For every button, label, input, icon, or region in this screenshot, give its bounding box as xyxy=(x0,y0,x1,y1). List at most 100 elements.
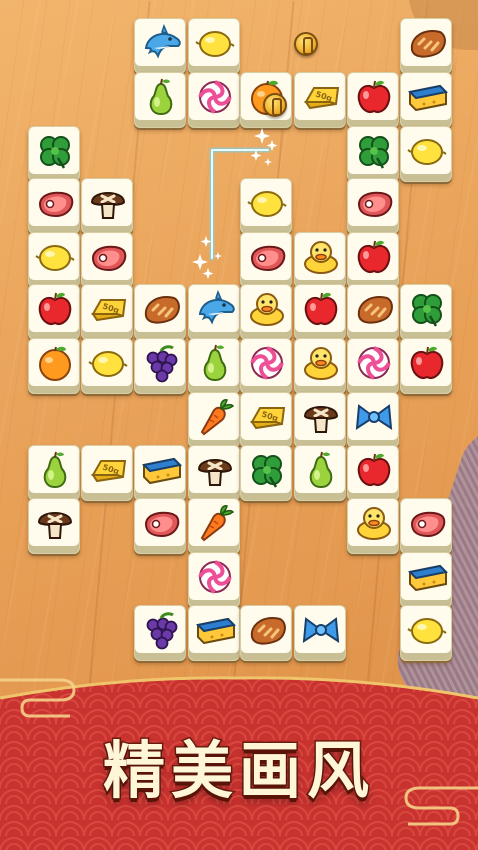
apple-icon xyxy=(304,292,338,325)
tile-gold[interactable]: 50g xyxy=(240,392,292,448)
tile-steak[interactable] xyxy=(28,178,80,234)
dolphin-icon xyxy=(198,289,235,325)
tile-sponge[interactable] xyxy=(188,605,240,661)
tile-apple[interactable] xyxy=(347,232,399,288)
tile-steak[interactable] xyxy=(240,232,292,288)
tile-apple[interactable] xyxy=(28,284,80,340)
mushroom-icon xyxy=(197,459,233,486)
grapes-icon xyxy=(146,612,178,650)
tile-dolphin[interactable] xyxy=(134,18,186,74)
tile-clover[interactable] xyxy=(400,284,452,340)
tile-carrot[interactable] xyxy=(188,392,240,448)
tile-grapes[interactable] xyxy=(134,605,186,661)
tile-steak[interactable] xyxy=(134,498,186,554)
tile-candy[interactable] xyxy=(240,338,292,394)
tile-apple[interactable] xyxy=(294,284,346,340)
mushroom-icon xyxy=(303,406,339,433)
tile-mushroom[interactable] xyxy=(81,178,133,234)
coin-icon xyxy=(263,93,287,117)
tile-apple[interactable] xyxy=(347,72,399,128)
tile-duck[interactable] xyxy=(240,284,292,340)
tile-orange[interactable] xyxy=(28,338,80,394)
lemon-icon xyxy=(407,618,447,644)
steak-icon xyxy=(250,245,286,272)
steak-icon xyxy=(91,245,127,272)
mushroom-icon xyxy=(37,512,73,539)
tile-mushroom[interactable] xyxy=(188,445,240,501)
lemon-icon xyxy=(195,31,235,57)
tile-lemon[interactable] xyxy=(400,605,452,661)
bread-icon xyxy=(250,617,286,645)
apple-icon xyxy=(357,80,391,113)
tile-bread[interactable] xyxy=(134,284,186,340)
tile-sponge[interactable] xyxy=(400,72,452,128)
tile-bow[interactable] xyxy=(347,392,399,448)
apple-icon xyxy=(38,292,72,325)
tile-bread[interactable] xyxy=(347,284,399,340)
tile-lemon[interactable] xyxy=(240,178,292,234)
tile-lemon[interactable] xyxy=(400,126,452,182)
candy-icon xyxy=(198,80,232,114)
coin-icon xyxy=(294,32,318,56)
tile-pear[interactable] xyxy=(188,338,240,394)
grapes-icon xyxy=(146,345,178,383)
tile-mushroom[interactable] xyxy=(294,392,346,448)
tile-sponge[interactable] xyxy=(400,552,452,608)
dolphin-icon xyxy=(144,23,181,59)
tile-candy[interactable] xyxy=(188,552,240,608)
tile-clover[interactable] xyxy=(347,126,399,182)
clover-icon xyxy=(359,136,389,169)
tile-apple[interactable] xyxy=(347,445,399,501)
tile-duck[interactable] xyxy=(347,498,399,554)
duck-icon xyxy=(250,293,284,326)
bread-icon xyxy=(144,296,180,324)
clover-icon xyxy=(252,455,282,488)
pear-icon xyxy=(309,451,333,489)
steak-icon xyxy=(410,511,446,538)
lemon-icon xyxy=(35,245,75,271)
tile-duck[interactable] xyxy=(294,338,346,394)
tile-apple[interactable] xyxy=(400,338,452,394)
tile-bow[interactable] xyxy=(294,605,346,661)
bow-icon xyxy=(355,404,393,430)
sponge-icon xyxy=(141,457,182,485)
candy-icon xyxy=(198,560,232,594)
steak-icon xyxy=(144,511,180,538)
tile-gold[interactable]: 50g xyxy=(81,284,133,340)
tile-duck[interactable] xyxy=(294,232,346,288)
tile-clover[interactable] xyxy=(28,126,80,182)
candy-icon xyxy=(357,346,391,380)
tile-candy[interactable] xyxy=(188,72,240,128)
tile-pear[interactable] xyxy=(294,445,346,501)
tile-dolphin[interactable] xyxy=(188,284,240,340)
tile-mushroom[interactable] xyxy=(28,498,80,554)
tile-gold[interactable]: 50g xyxy=(81,445,133,501)
clover-icon xyxy=(40,136,70,169)
gold-icon: 50g xyxy=(91,460,127,483)
sponge-icon xyxy=(407,564,448,592)
carrot-icon xyxy=(200,399,235,436)
tile-lemon[interactable] xyxy=(81,338,133,394)
tile-lemon[interactable] xyxy=(28,232,80,288)
bow-icon xyxy=(302,617,340,643)
lemon-icon xyxy=(88,351,128,377)
tile-candy[interactable] xyxy=(347,338,399,394)
tile-sponge[interactable] xyxy=(134,445,186,501)
tile-clover[interactable] xyxy=(240,445,292,501)
tile-bread[interactable] xyxy=(400,18,452,74)
pear-icon xyxy=(43,451,67,489)
gold-icon: 50g xyxy=(250,407,286,430)
tile-steak[interactable] xyxy=(81,232,133,288)
tile-carrot[interactable] xyxy=(188,498,240,554)
tile-bread[interactable] xyxy=(240,605,292,661)
tile-grapes[interactable] xyxy=(134,338,186,394)
tile-lemon[interactable] xyxy=(188,18,240,74)
tile-steak[interactable] xyxy=(347,178,399,234)
lemon-icon xyxy=(247,191,287,217)
tile-pear[interactable] xyxy=(134,72,186,128)
tile-gold[interactable]: 50g xyxy=(294,72,346,128)
candy-icon xyxy=(250,346,284,380)
sponge-icon xyxy=(195,617,236,645)
tile-steak[interactable] xyxy=(400,498,452,554)
tile-pear[interactable] xyxy=(28,445,80,501)
